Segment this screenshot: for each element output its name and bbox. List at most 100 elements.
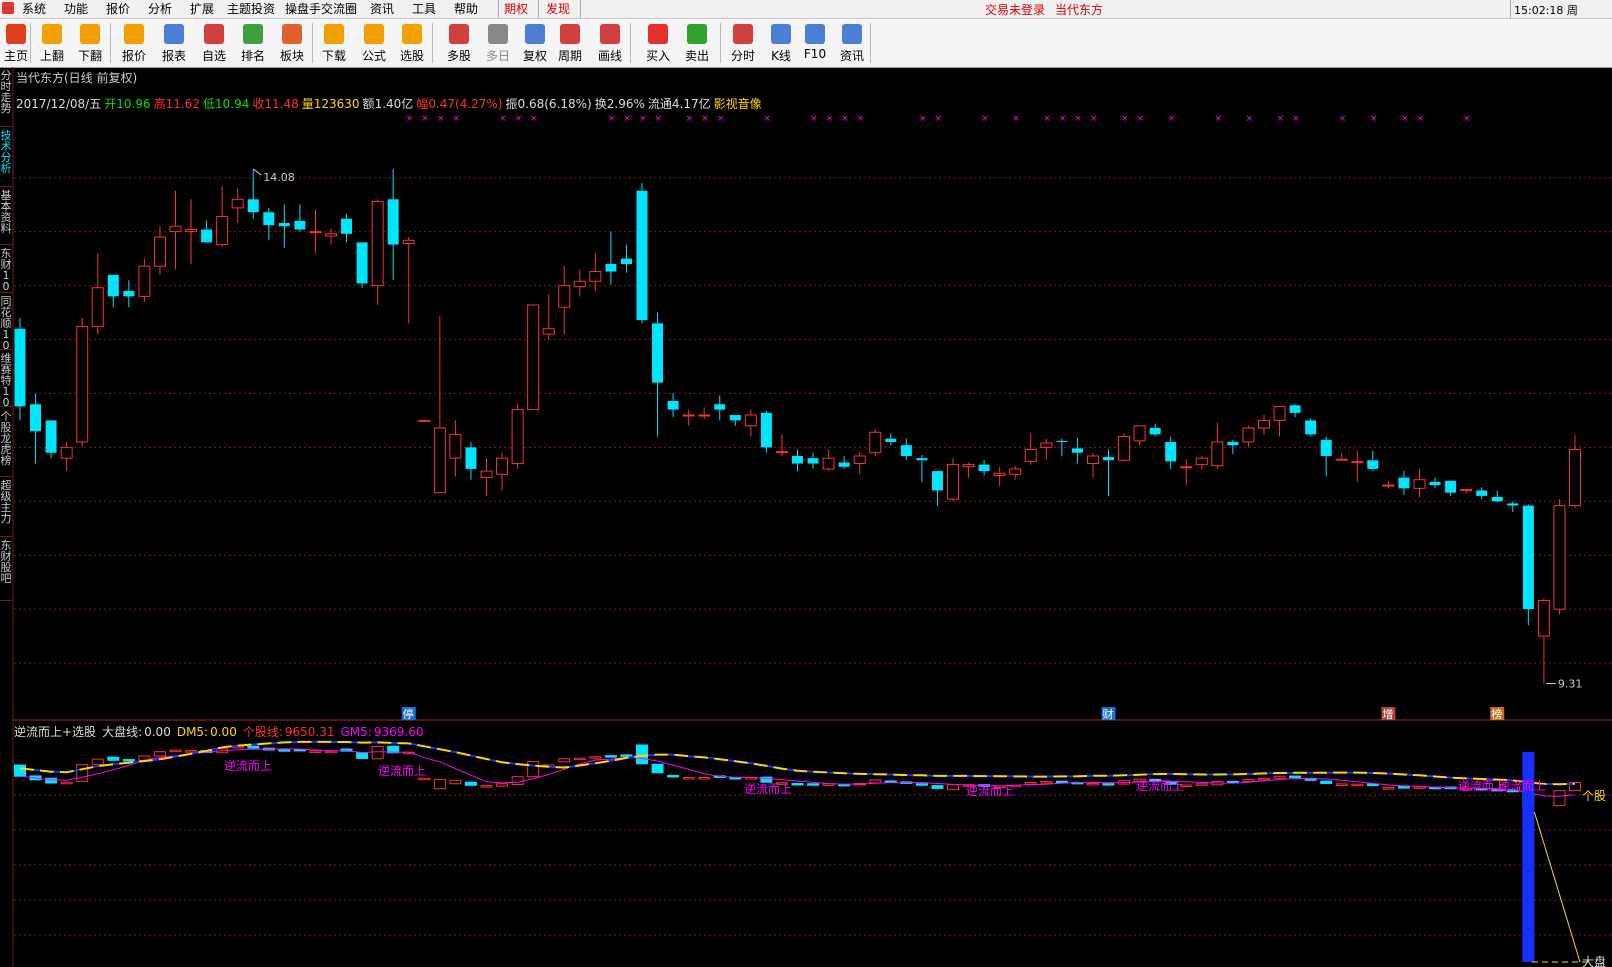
event-marker-label: 停: [403, 707, 414, 721]
candle: [1040, 438, 1053, 461]
candle: [1165, 436, 1177, 469]
candle: [1476, 487, 1488, 500]
candle: [418, 419, 431, 422]
candle: [1289, 404, 1301, 418]
signal-mark: ×: [421, 114, 429, 124]
candle: [775, 434, 788, 456]
candle-body: [1009, 468, 1022, 475]
candle: [698, 407, 711, 420]
candle: [1491, 490, 1503, 503]
candle-body: [962, 464, 975, 468]
candle-body: [1335, 458, 1348, 461]
signal-mark: ×: [841, 114, 849, 124]
candle-body: [589, 271, 602, 282]
candle-body: [682, 414, 695, 417]
candle: [652, 312, 664, 437]
signal-mark: ×: [857, 114, 865, 124]
candle: [1445, 480, 1457, 496]
indicator-bar: [418, 777, 431, 781]
candle-body: [231, 198, 244, 209]
candle: [1071, 437, 1083, 464]
signal-mark: ×: [919, 114, 927, 124]
indicator-bar: [511, 776, 524, 786]
candle-body: [341, 218, 353, 234]
indicator-bar: [698, 777, 711, 780]
candle: [201, 220, 213, 243]
candle-body: [14, 328, 26, 407]
candle-body: [916, 458, 928, 461]
candle-body: [698, 414, 711, 417]
candle: [838, 455, 850, 469]
signal-mark: ×: [406, 114, 414, 124]
indicator-bar: [1086, 782, 1099, 786]
indicator-bar: [1242, 778, 1255, 782]
indicator-bar: [931, 785, 944, 789]
candle: [605, 231, 617, 285]
indicator-bar: [1040, 781, 1053, 784]
indicator-bar: [1413, 786, 1426, 789]
candle: [1118, 433, 1131, 462]
candle: [294, 204, 306, 232]
candle-body: [1553, 505, 1566, 610]
candle-body: [1305, 420, 1317, 435]
indicator-bar: [604, 755, 617, 758]
candle-body: [775, 451, 788, 454]
candle-body: [263, 212, 275, 226]
candle: [1398, 471, 1410, 495]
candle-body: [1445, 480, 1457, 493]
signal-mark: ×: [934, 114, 942, 124]
indicator-bar: [325, 750, 337, 754]
candle: [138, 258, 151, 302]
candle-body: [1180, 466, 1193, 469]
low-marker-label: 9.31: [1558, 678, 1583, 691]
candle-body: [1382, 484, 1395, 487]
candle: [278, 204, 290, 248]
signal-mark: ×: [981, 114, 989, 124]
kline-chart[interactable]: 14.08 9.31 × × × × × × × × × × × × × × × × × × × × × × × × × × × × × × ×…: [0, 0, 1612, 967]
candle: [480, 458, 493, 496]
indicator-bar: [620, 754, 633, 757]
candle: [496, 452, 509, 491]
event-marker-label: 财: [1103, 707, 1114, 721]
candle-body: [1476, 490, 1488, 496]
candle-body: [744, 414, 757, 427]
candle-body: [667, 400, 679, 410]
candle-body: [169, 225, 182, 233]
indicator-signal-label: 逆流而上: [378, 763, 426, 778]
candle: [1149, 423, 1161, 437]
candle: [807, 452, 819, 469]
event-marker-label: 增: [1382, 707, 1393, 721]
indicator-bar: [1273, 775, 1286, 779]
signal-mark: ×: [1245, 114, 1253, 124]
indicator-bar: [309, 750, 322, 753]
candle: [1195, 455, 1208, 469]
signal-mark: ×: [1043, 114, 1051, 124]
candle-body: [1242, 427, 1255, 443]
candle-body: [387, 199, 399, 245]
candle-body: [278, 223, 290, 227]
signal-mark: ×: [1277, 114, 1285, 124]
candle: [123, 280, 135, 308]
candle-body: [947, 464, 959, 500]
indicator-signal-label: 逆流而上: [224, 758, 272, 773]
signal-mark: ×: [437, 114, 445, 124]
indicator-bar: [791, 782, 804, 786]
candle: [1009, 465, 1022, 480]
indicator-bar: [433, 778, 446, 790]
signal-mark: ×: [1090, 114, 1098, 124]
candle: [1537, 598, 1550, 684]
candle: [931, 471, 943, 506]
candle: [760, 410, 772, 453]
indicator-bar: [1258, 777, 1270, 781]
indicator-bar: [107, 756, 120, 761]
candle-body: [1071, 448, 1083, 453]
candle: [869, 429, 882, 456]
candle-body: [1086, 455, 1099, 465]
signal-mark: ×: [530, 114, 538, 124]
indicator-bar: [122, 759, 135, 762]
candle: [216, 186, 229, 247]
indicator-bar: [169, 749, 182, 753]
candle: [169, 190, 182, 270]
indicator-bar: [1366, 783, 1379, 787]
signal-mark: ×: [1214, 114, 1222, 124]
